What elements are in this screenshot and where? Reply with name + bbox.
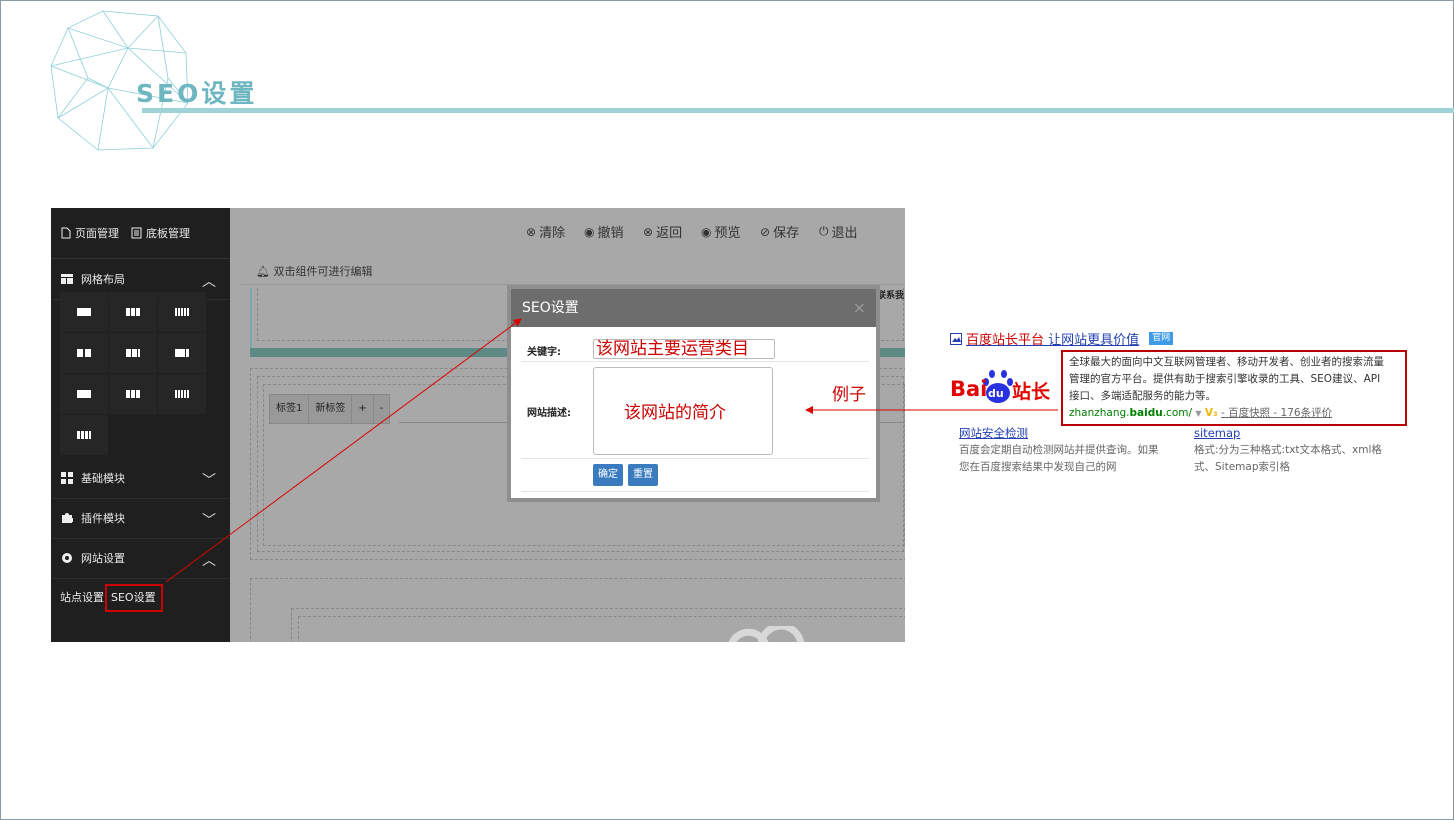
security-check-link[interactable]: 网站安全检测 <box>959 425 1159 442</box>
gear-icon <box>62 553 72 563</box>
title-underline <box>142 108 1454 113</box>
layout-option[interactable] <box>109 374 157 414</box>
sub-item-seo-settings[interactable]: SEO设置 <box>105 584 163 612</box>
sidebar-top-tabs: 页面管理 底板管理 <box>51 208 230 259</box>
reset-button[interactable]: 重置 <box>628 464 658 486</box>
exit-button[interactable]: ⏻ 退出 <box>819 222 858 241</box>
chevron-down-icon: ﹀ <box>202 473 216 489</box>
tab-base-manage[interactable]: 底板管理 <box>131 225 190 241</box>
layout-option[interactable] <box>158 374 206 414</box>
dialog-header: SEO设置 × <box>511 289 876 327</box>
description-textarea[interactable]: 该网站的简介 <box>593 367 773 455</box>
sitemap-link[interactable]: sitemap <box>1194 425 1382 442</box>
save-button[interactable]: ⊘ 保存 <box>760 222 799 242</box>
puzzle-icon <box>62 513 73 523</box>
partial-text: 联系我 <box>877 291 905 301</box>
editor-toolbar: ⊗ 清除 ◉ 撤销 ⊗ 返回 ◉ 预览 ⊘ 保存 ⏻ 退出 <box>230 208 905 252</box>
section-basic-modules[interactable]: 基础模块 ﹀ <box>51 458 230 499</box>
sublink-security: 网站安全检测 百度会定期自动检测网站并提供查询。如果 您在百度搜索结果中发现自己… <box>959 425 1159 473</box>
modules-icon <box>61 472 73 484</box>
tab-new[interactable]: 新标签 <box>309 395 353 423</box>
list-icon <box>131 227 142 239</box>
description-label: 网站描述: <box>527 408 571 419</box>
chevron-up-icon: ︿ <box>202 274 216 290</box>
layout-option[interactable] <box>109 333 157 373</box>
sublink-sitemap: sitemap 格式:分为三种格式:txt文本格式、xml格 式、Sitemap… <box>1194 425 1382 473</box>
section-plugin-modules[interactable]: 插件模块 ﹀ <box>51 498 230 539</box>
layout-option[interactable] <box>60 292 108 332</box>
layout-option[interactable] <box>158 292 206 332</box>
close-icon[interactable]: × <box>853 289 866 327</box>
page-icon <box>61 227 71 239</box>
preview-button[interactable]: ◉ 预览 <box>701 222 741 242</box>
official-badge: 官网 <box>1149 332 1174 345</box>
clear-button[interactable]: ⊗ 清除 <box>526 222 565 242</box>
tab-page-manage[interactable]: 页面管理 <box>61 225 119 241</box>
search-result-title[interactable]: 百度站长平台 让网站更具价值 官网 <box>950 329 1174 348</box>
seo-settings-dialog: SEO设置 × 关键字: 该网站主要运营类目 网站描述: 该网站的简介 确定 重… <box>507 285 880 502</box>
tab-add-button[interactable]: + <box>352 395 374 423</box>
partial-logo-image <box>728 626 805 642</box>
back-button[interactable]: ⊗ 返回 <box>643 222 682 242</box>
v3-badge-icon: V₃ <box>1204 407 1218 419</box>
edit-hint: 🔔︎ 双击组件可进行编辑 <box>256 265 373 278</box>
layout-option[interactable] <box>60 374 108 414</box>
tab-bar: 标签1 新标签 + - <box>269 394 391 424</box>
tab-remove-button[interactable]: - <box>374 395 390 423</box>
baidu-zhanzhang-logo: Bai du 站长 <box>950 367 1055 407</box>
dropdown-icon[interactable]: ▼ <box>1195 409 1201 418</box>
keyword-label: 关键字: <box>527 347 561 358</box>
search-result-snippet: 全球最大的面向中文互联网管理者、移动开发者、创业者的搜索流量 管理的官方平台。提… <box>1061 350 1407 426</box>
dialog-title: SEO设置 <box>522 300 579 316</box>
site-settings-submenu: 站点设置 SEO设置 <box>51 578 230 618</box>
layout-option[interactable] <box>109 292 157 332</box>
layout-option[interactable] <box>60 415 108 455</box>
bell-icon: 🔔︎ <box>256 265 270 278</box>
section-site-settings[interactable]: 网站设置 ︿ <box>51 538 230 579</box>
example-label: 例子 <box>832 385 866 405</box>
sub-item-site-settings[interactable]: 站点设置 <box>60 586 104 610</box>
tab-1[interactable]: 标签1 <box>270 395 310 423</box>
layout-option[interactable] <box>158 333 206 373</box>
confirm-button[interactable]: 确定 <box>593 464 623 486</box>
editor-screenshot: 页面管理 底板管理 网格布局 ︿ 基础模块 ﹀ 插件模块 ﹀ 网站设置 ︿ 站点… <box>51 208 905 642</box>
table-icon <box>61 274 73 284</box>
snapshot-link[interactable]: - 百度快照 - 176条评价 <box>1221 407 1332 419</box>
image-icon <box>950 332 962 345</box>
description-value: 该网站的简介 <box>624 403 726 423</box>
keyword-input[interactable]: 该网站主要运营类目 <box>593 339 775 359</box>
sidebar: 页面管理 底板管理 网格布局 ︿ 基础模块 ﹀ 插件模块 ﹀ 网站设置 ︿ 站点… <box>51 208 230 642</box>
layout-option[interactable] <box>60 333 108 373</box>
slide-title: SEO设置 <box>136 79 258 108</box>
chevron-down-icon: ﹀ <box>202 513 216 529</box>
chevron-up-icon: ︿ <box>202 553 216 569</box>
undo-button[interactable]: ◉ 撤销 <box>584 222 624 242</box>
